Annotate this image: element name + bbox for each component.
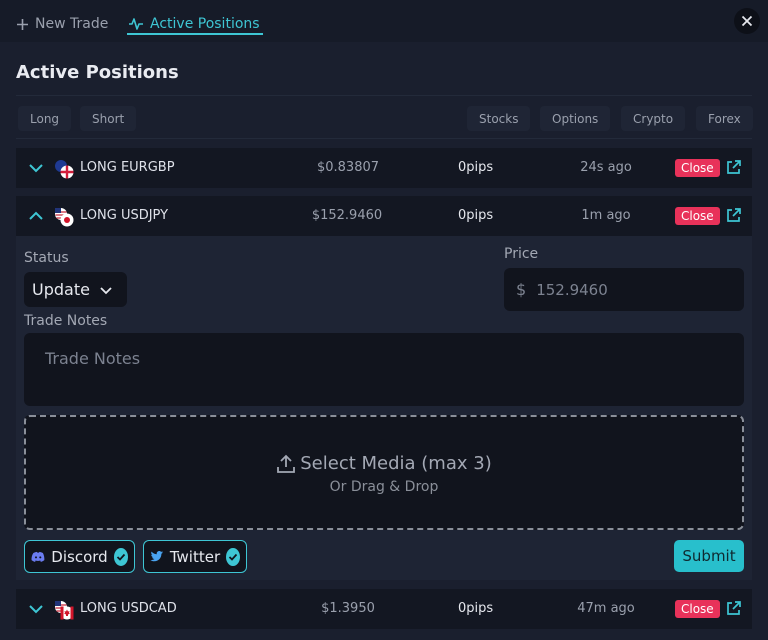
chevron-down-icon[interactable] bbox=[28, 601, 44, 617]
filter-crypto[interactable]: Crypto bbox=[621, 106, 686, 131]
external-link-icon[interactable] bbox=[725, 159, 742, 176]
price-input-placeholder: 152.9460 bbox=[536, 280, 608, 299]
position-price: $1.3950 bbox=[321, 601, 375, 616]
check-icon bbox=[113, 547, 128, 566]
external-link-icon[interactable] bbox=[725, 600, 742, 617]
filter-options[interactable]: Options bbox=[540, 106, 611, 131]
external-link-icon[interactable] bbox=[725, 207, 742, 224]
status-select[interactable]: Update bbox=[24, 272, 127, 307]
position-time-ago: 47m ago bbox=[577, 601, 635, 616]
position-pips: 0pips bbox=[458, 160, 494, 175]
chevron-down-icon bbox=[100, 286, 112, 294]
activity-icon bbox=[129, 18, 143, 30]
chevron-up-icon[interactable] bbox=[28, 208, 44, 224]
check-icon bbox=[226, 547, 240, 566]
eurgbp-flag-icon bbox=[55, 160, 74, 179]
close-position-button[interactable]: Close bbox=[675, 207, 720, 225]
tab-new-trade-label: New Trade bbox=[35, 16, 109, 32]
price-input[interactable]: $ 152.9460 bbox=[504, 268, 744, 311]
top-tab-bar: New Trade Active Positions bbox=[0, 0, 768, 42]
position-row[interactable]: LONG USDCAD $1.3950 0pips 47m ago Close bbox=[16, 589, 752, 629]
position-row[interactable]: LONG USDJPY $152.9460 0pips 1m ago Close bbox=[16, 196, 752, 236]
position-symbol: LONG EURGBP bbox=[80, 160, 175, 175]
share-discord-toggle[interactable]: Discord bbox=[24, 540, 135, 573]
tab-new-trade[interactable]: New Trade bbox=[16, 12, 108, 36]
discord-label: Discord bbox=[51, 547, 108, 566]
position-time-ago: 1m ago bbox=[581, 208, 631, 223]
status-label: Status bbox=[24, 250, 69, 266]
dropzone-subtitle: Or Drag & Drop bbox=[329, 479, 439, 495]
close-position-button[interactable]: Close bbox=[675, 159, 720, 177]
twitter-label: Twitter bbox=[169, 547, 221, 566]
close-modal-button[interactable] bbox=[734, 8, 760, 34]
position-symbol: LONG USDCAD bbox=[80, 601, 177, 616]
discord-icon bbox=[31, 551, 45, 562]
position-symbol: LONG USDJPY bbox=[80, 208, 169, 223]
position-price: $0.83807 bbox=[316, 160, 380, 175]
usdjpy-flag-icon bbox=[55, 208, 74, 227]
trade-notes-placeholder: Trade Notes bbox=[45, 349, 141, 368]
media-dropzone[interactable]: Select Media (max 3) Or Drag & Drop bbox=[24, 415, 744, 530]
position-edit-panel: Status Update Price $ 152.9460 Trade Not… bbox=[16, 236, 752, 580]
select-media-button[interactable]: Select Media (max 3) bbox=[26, 453, 742, 474]
filter-forex[interactable]: Forex bbox=[696, 106, 753, 131]
position-row[interactable]: LONG EURGBP $0.83807 0pips 24s ago Close bbox=[16, 148, 752, 188]
plus-icon bbox=[17, 18, 28, 30]
tab-active-positions-label: Active Positions bbox=[150, 16, 260, 32]
close-icon bbox=[741, 15, 753, 27]
filter-stocks[interactable]: Stocks bbox=[467, 106, 531, 131]
page-title: Active Positions bbox=[16, 62, 179, 83]
active-tab-indicator bbox=[127, 33, 263, 35]
filter-long[interactable]: Long bbox=[18, 106, 72, 131]
position-price: $152.9460 bbox=[311, 208, 383, 223]
position-pips: 0pips bbox=[458, 601, 494, 616]
price-label: Price bbox=[504, 246, 539, 262]
dropzone-title: Select Media (max 3) bbox=[300, 453, 492, 474]
trade-notes-textarea[interactable]: Trade Notes bbox=[24, 333, 744, 406]
chevron-down-icon[interactable] bbox=[28, 160, 44, 176]
twitter-icon bbox=[150, 551, 164, 562]
share-twitter-toggle[interactable]: Twitter bbox=[143, 540, 247, 573]
currency-symbol: $ bbox=[516, 280, 527, 299]
submit-button[interactable]: Submit bbox=[674, 540, 744, 572]
filter-short[interactable]: Short bbox=[80, 106, 137, 131]
close-position-button[interactable]: Close bbox=[675, 600, 720, 618]
status-value: Update bbox=[32, 280, 90, 299]
trade-notes-label: Trade Notes bbox=[24, 313, 108, 329]
position-time-ago: 24s ago bbox=[580, 160, 632, 175]
usdcad-flag-icon bbox=[55, 601, 74, 620]
position-pips: 0pips bbox=[458, 208, 494, 223]
upload-icon bbox=[277, 454, 296, 473]
filter-bar: Long Short Stocks Options Crypto Forex bbox=[16, 95, 753, 139]
